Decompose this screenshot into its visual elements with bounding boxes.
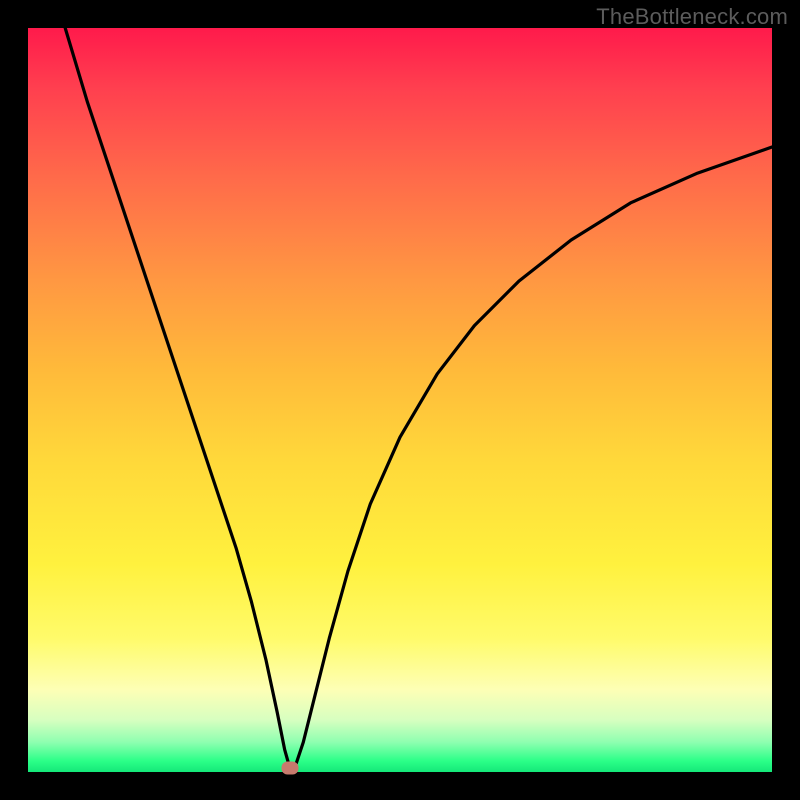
curve-svg xyxy=(28,28,772,772)
plot-area xyxy=(28,28,772,772)
watermark-text: TheBottleneck.com xyxy=(596,4,788,30)
min-marker xyxy=(281,762,298,775)
chart-frame: TheBottleneck.com xyxy=(0,0,800,800)
bottleneck-curve xyxy=(65,28,772,768)
